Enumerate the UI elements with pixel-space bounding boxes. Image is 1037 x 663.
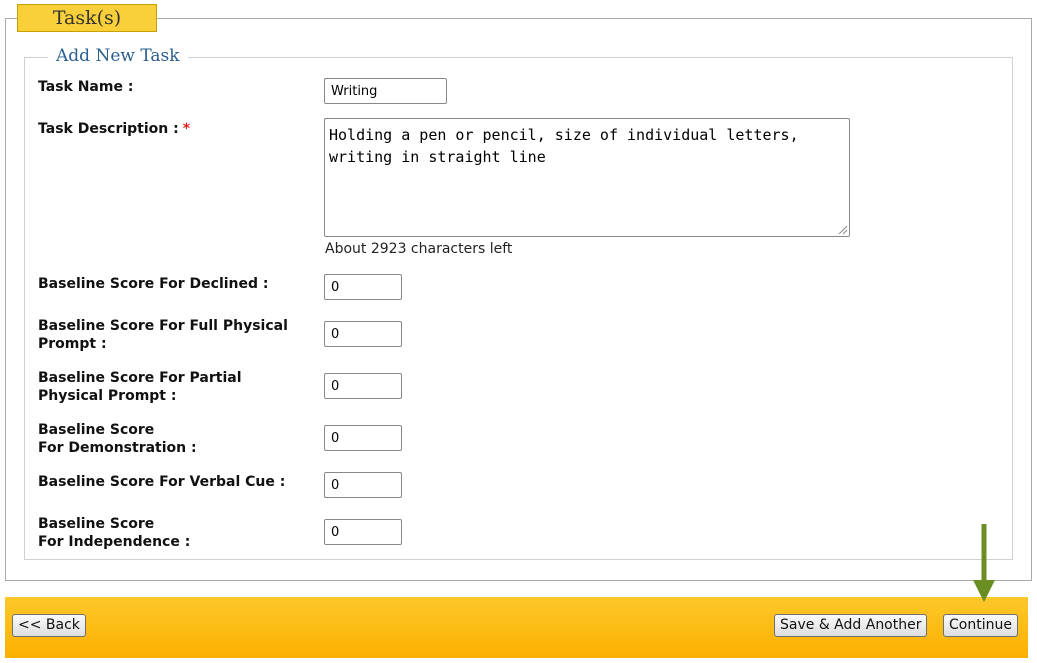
down-arrow-icon	[973, 524, 995, 602]
characters-left-counter: About 2923 characters left	[325, 241, 513, 257]
baseline-partial-physical-label-line2: Physical Prompt :	[38, 388, 177, 404]
task-description-textarea[interactable]: Holding a pen or pencil, size of individ…	[324, 118, 850, 237]
baseline-declined-input[interactable]	[324, 274, 402, 300]
baseline-verbal-cue-label: Baseline Score For Verbal Cue :	[38, 473, 285, 491]
baseline-independence-label-line1: Baseline Score	[38, 516, 155, 532]
required-asterisk: *	[182, 121, 191, 137]
baseline-full-physical-input[interactable]	[324, 321, 402, 347]
baseline-partial-physical-label: Baseline Score For Partial Physical Prom…	[38, 369, 242, 405]
baseline-full-physical-label-line2: Prompt :	[38, 336, 107, 352]
task-description-text: Holding a pen or pencil, size of individ…	[329, 126, 799, 166]
baseline-verbal-cue-label-line1: Baseline Score For Verbal Cue :	[38, 474, 286, 490]
continue-button[interactable]: Continue	[943, 614, 1018, 637]
baseline-declined-label: Baseline Score For Declined :	[38, 275, 269, 293]
task-description-label: Task Description : *	[38, 120, 190, 138]
task-name-label: Task Name :	[38, 79, 134, 95]
back-button[interactable]: << Back	[12, 614, 86, 637]
baseline-partial-physical-label-line1: Baseline Score For Partial	[38, 370, 242, 386]
section-tab-tasks: Task(s)	[17, 4, 157, 32]
save-and-add-another-button[interactable]: Save & Add Another	[774, 614, 928, 637]
baseline-demonstration-label-line2: For Demonstration :	[38, 440, 197, 456]
resize-grip-icon[interactable]	[836, 223, 848, 235]
footer-action-bar: << Back Save & Add Another Continue	[5, 597, 1028, 658]
baseline-full-physical-label-line1: Baseline Score For Full Physical	[38, 318, 288, 334]
baseline-independence-label-line2: For Independence :	[38, 534, 191, 550]
task-description-label-text: Task Description :	[38, 121, 179, 137]
fieldset-legend: Add New Task	[48, 46, 188, 66]
baseline-full-physical-label: Baseline Score For Full Physical Prompt …	[38, 317, 288, 353]
baseline-verbal-cue-input[interactable]	[324, 472, 402, 498]
baseline-declined-label-line1: Baseline Score For Declined :	[38, 276, 269, 292]
baseline-independence-input[interactable]	[324, 519, 402, 545]
baseline-partial-physical-input[interactable]	[324, 373, 402, 399]
task-name-input[interactable]	[324, 78, 447, 104]
baseline-independence-label: Baseline Score For Independence :	[38, 515, 190, 551]
baseline-demonstration-label-line1: Baseline Score	[38, 422, 155, 438]
baseline-demonstration-input[interactable]	[324, 425, 402, 451]
baseline-demonstration-label: Baseline Score For Demonstration :	[38, 421, 197, 457]
